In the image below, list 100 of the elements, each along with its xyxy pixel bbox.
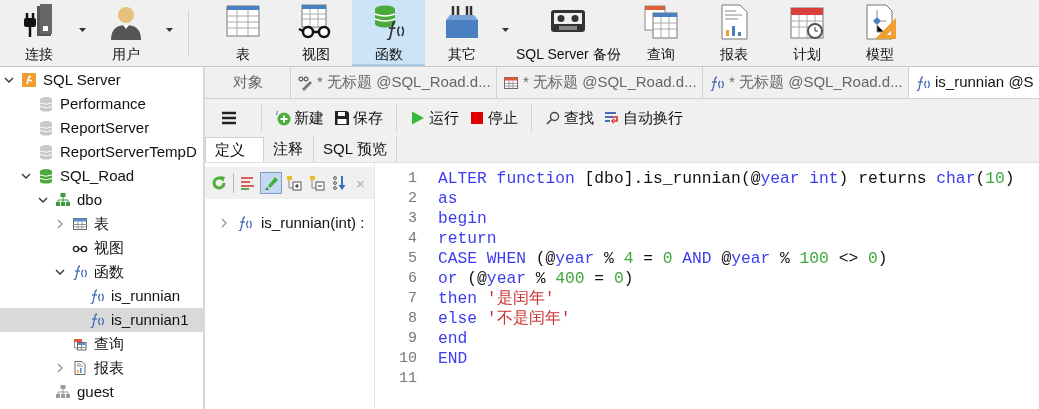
toolbar-button[interactable]: 模型 [843, 0, 917, 66]
play-icon [410, 110, 426, 126]
database-icon [38, 144, 54, 160]
stop-icon [469, 110, 485, 126]
stop-button[interactable]: 停止 [464, 104, 523, 132]
tree-item[interactable]: 报表 [0, 356, 203, 380]
tab[interactable]: 定义 [205, 137, 264, 162]
query-icon [643, 4, 679, 40]
toolbar-button[interactable]: 连接 [2, 0, 75, 66]
toolbar-button[interactable]: 用户 [89, 0, 162, 66]
line-number: 9 [408, 329, 417, 349]
caret-icon[interactable] [501, 28, 509, 32]
function-icon [72, 264, 88, 280]
code-line: then '是闰年' [438, 289, 556, 309]
toolbar-button[interactable]: 报表 [697, 0, 771, 66]
tree-label: is_runnian [111, 285, 181, 306]
table-icon [503, 74, 519, 91]
report-icon [72, 360, 88, 376]
toolbar-button[interactable]: 计划 [770, 0, 844, 66]
code-line: or (@year % 400 = 0) [438, 269, 635, 289]
line-number: 3 [408, 209, 417, 229]
editor-tab[interactable]: is_runnian @S [909, 67, 1039, 98]
line-number: 6 [408, 269, 417, 289]
tree-item[interactable]: 视图 [0, 236, 203, 260]
tree-item[interactable]: SQL_Road [0, 164, 203, 188]
toolbar-button[interactable]: 其它 [425, 0, 498, 66]
wrap-icon [604, 110, 620, 126]
tree-item[interactable]: ReportServerTempD [0, 140, 203, 164]
code-line: else '不是闰年' [438, 309, 572, 329]
code-line: END [438, 349, 469, 369]
caret-icon[interactable] [165, 28, 173, 32]
menu-icon [221, 111, 237, 125]
outline-item[interactable]: is_runnian(int) : [205, 211, 374, 235]
function-icon [89, 312, 105, 328]
tools-icon [443, 4, 480, 40]
line-number: 7 [408, 289, 417, 309]
wrap-button[interactable]: 自动换行 [599, 104, 688, 132]
query-icon [72, 336, 88, 352]
table-icon [72, 216, 88, 232]
code-line: ALTER function [dbo].is_runnian(@year int) returns char(10) [438, 169, 1016, 189]
line-number: 1 [408, 169, 417, 189]
search-icon [545, 110, 561, 126]
function-icon [915, 74, 931, 91]
tree-label: 报表 [94, 357, 124, 378]
calendar-icon [789, 4, 825, 40]
schema-icon [55, 192, 71, 208]
tree-item[interactable]: 表 [0, 212, 203, 236]
chevron-right-icon[interactable] [219, 218, 229, 228]
function-icon [237, 215, 253, 231]
run-button[interactable]: 运行 [405, 104, 464, 132]
function-icon [709, 74, 725, 91]
tree-label: is_runnian1 [111, 309, 189, 330]
add-icon [275, 110, 291, 126]
new-button[interactable]: 新建 [270, 104, 329, 132]
database-icon [38, 120, 54, 136]
function-icon [89, 288, 105, 304]
database-icon [38, 96, 54, 112]
toolbar-button[interactable]: SQL Server 备份 [512, 0, 625, 66]
code-line: return [438, 229, 498, 249]
tree-label: SQL Server [43, 69, 121, 90]
code-line: CASE WHEN (@year % 4 = 0 AND @year % 100 <> 0) [438, 249, 889, 269]
line-number: 5 [408, 249, 417, 269]
save-icon [334, 110, 350, 126]
line-number: 8 [408, 309, 417, 329]
tree-label: Performance [60, 93, 146, 114]
toolbar-button[interactable]: 视图 [279, 0, 352, 66]
database-icon [38, 168, 54, 184]
tree-item[interactable]: 查询 [0, 332, 203, 356]
toolbar-button[interactable]: 查询 [624, 0, 698, 66]
code-line: as [438, 189, 459, 209]
chevron-down-icon[interactable] [37, 195, 48, 205]
save-button[interactable]: 保存 [329, 104, 388, 132]
chevron-down-icon[interactable] [54, 267, 65, 277]
tree-item[interactable]: dbo [0, 188, 203, 212]
tree-label: 函数 [94, 261, 124, 282]
tree-item[interactable]: is_runnian [0, 284, 203, 308]
tree-item[interactable]: SQL Server [0, 68, 203, 92]
tree-item[interactable]: Performance [0, 92, 203, 116]
tree-item[interactable]: ReportServer [0, 116, 203, 140]
tree-item[interactable]: is_runnian1 [0, 308, 203, 332]
toolbar-button[interactable]: 表 [206, 0, 279, 66]
tree-label: SQL_Road [60, 165, 135, 186]
tree-label: guest [77, 381, 114, 402]
code-line: end [438, 329, 469, 349]
tree-item[interactable]: guest [0, 380, 203, 404]
tree-item[interactable]: 函数 [0, 260, 203, 284]
caret-icon[interactable] [78, 28, 86, 32]
tree-label: dbo [77, 189, 103, 210]
tree-label: 表 [94, 213, 109, 234]
line-number: 10 [399, 349, 417, 369]
chevron-down-icon[interactable] [3, 75, 14, 85]
schema-icon [55, 384, 71, 400]
line-number: 11 [399, 369, 417, 389]
table-icon [224, 4, 261, 40]
toolbar-button[interactable]: 函数 [352, 0, 425, 66]
find-button[interactable]: 查找 [540, 104, 599, 132]
tree-label: ReportServerTempD [60, 141, 197, 162]
server-icon [21, 72, 37, 88]
tree-label: 查询 [94, 333, 124, 354]
chevron-down-icon[interactable] [20, 171, 31, 181]
